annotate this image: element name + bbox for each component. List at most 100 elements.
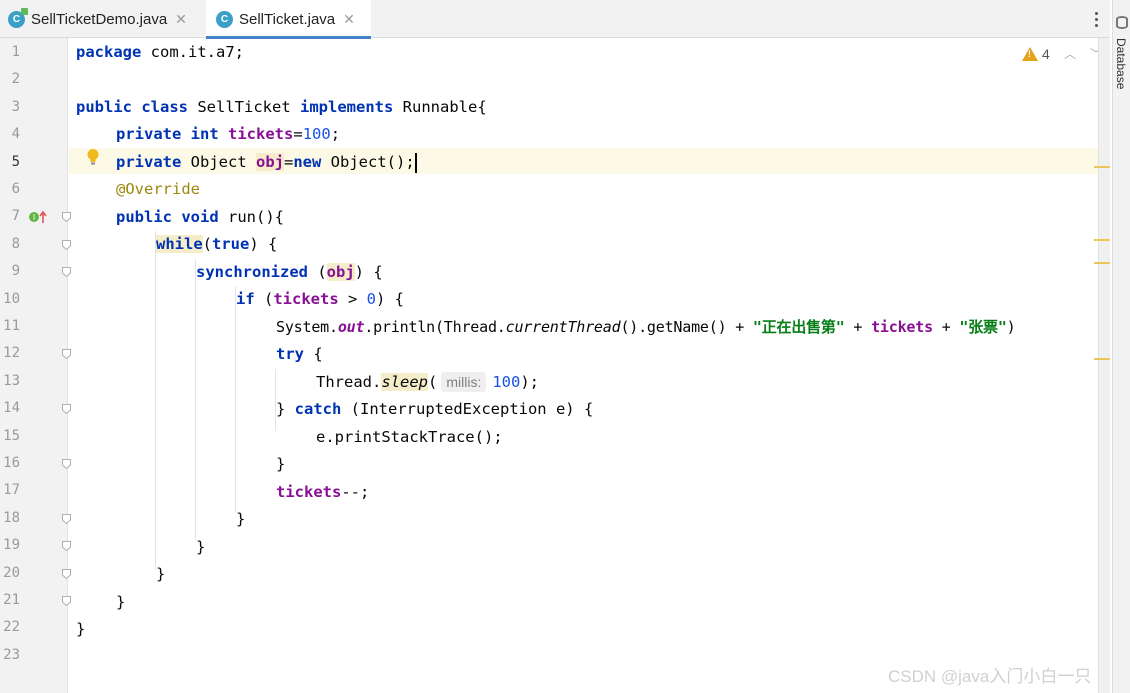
code-line-14[interactable]: } catch (InterruptedException e) { [276,396,593,422]
code-line-22[interactable]: } [76,616,85,642]
code-line-16[interactable]: } [276,451,285,477]
database-icon[interactable] [1116,16,1128,29]
code-text: .println(Thread. [364,318,506,336]
line-number[interactable]: 9 [0,263,20,279]
svg-text:I: I [33,213,35,222]
indent-guide [195,259,196,540]
line-number[interactable]: 20 [0,565,20,581]
parameter-hint: millis: [441,372,487,392]
line-number[interactable]: 14 [0,400,20,416]
line-number[interactable]: 13 [0,373,20,389]
line-number[interactable]: 8 [0,236,20,252]
code-line-1[interactable]: package com.it.a7; [76,39,244,65]
code-line-3[interactable]: public class SellTicket implements Runna… [76,94,487,120]
annotation: @Override [116,180,200,198]
code-line-18[interactable]: } [236,506,245,532]
code-line-13[interactable]: Thread.sleep(millis: 100); [316,369,539,395]
line-number[interactable]: 21 [0,592,20,608]
warning-stripe-mark[interactable] [1094,166,1110,168]
tab-label: SellTicket.java [239,10,336,28]
code-line-4[interactable]: private int tickets=100; [116,121,340,147]
previous-highlight-icon[interactable]: ︿ [1063,46,1077,61]
code-text: } [236,510,246,528]
code-line-12[interactable]: try { [276,341,323,367]
code-line-20[interactable]: } [156,561,165,587]
keyword: while [156,235,203,253]
code-line-8[interactable]: while(true) { [156,231,277,257]
line-number[interactable]: 10 [0,291,20,307]
code-text: ) { [249,235,278,253]
fold-marker-icon[interactable] [62,541,71,552]
keyword: if [236,290,255,308]
fold-marker-icon[interactable] [62,404,71,415]
code-text: --; [341,483,370,501]
line-number[interactable]: 22 [0,619,20,635]
line-number[interactable]: 15 [0,428,20,444]
code-text: } [156,565,166,583]
line-number[interactable]: 1 [0,44,20,60]
tab-sellticket[interactable]: C SellTicket.java ✕ [206,0,371,39]
more-options-icon[interactable] [1086,8,1106,30]
line-number[interactable]: 6 [0,181,20,197]
line-number[interactable]: 23 [0,647,20,663]
line-number[interactable]: 18 [0,510,20,526]
code-line-6[interactable]: @Override [116,176,200,202]
field-ref: obj [326,263,355,281]
editor-tab-bar: C SellTicketDemo.java ✕ C SellTicket.jav… [0,0,1110,39]
keyword: package [76,43,142,61]
line-number[interactable]: 16 [0,455,20,471]
keyword: void [181,208,219,226]
warning-stripe-mark[interactable] [1094,239,1110,241]
fold-marker-icon[interactable] [62,513,71,524]
code-line-10[interactable]: if (tickets > 0) { [236,286,404,312]
fold-marker-icon[interactable] [62,459,71,469]
implements-method-icon[interactable]: I [29,209,49,223]
close-tab-icon[interactable]: ✕ [175,11,187,28]
code-line-9[interactable]: synchronized (obj) { [196,259,383,285]
fold-marker-icon[interactable] [62,239,71,250]
line-number[interactable]: 11 [0,318,20,334]
code-text: ( [307,263,327,281]
code-text: ().getName() + [620,318,753,336]
code-line-21[interactable]: } [116,589,125,615]
fold-marker-icon[interactable] [62,349,71,360]
code-text: ; [330,125,341,143]
code-text: > [338,290,367,308]
code-text: = [293,125,303,143]
code-line-19[interactable]: } [196,534,205,560]
code-text: + [844,318,872,336]
code-text: ( [202,235,213,253]
inspection-widget[interactable]: 4 [1022,44,1050,64]
line-number[interactable]: 5 [0,154,20,170]
fold-marker-icon[interactable] [62,267,71,278]
code-line-15[interactable]: e.printStackTrace(); [316,424,503,450]
code-line-11[interactable]: System.out.println(Thread.currentThread(… [276,314,1016,340]
line-number[interactable]: 19 [0,537,20,553]
fold-marker-icon[interactable] [62,212,71,223]
line-number[interactable]: 4 [0,126,20,142]
close-tab-icon[interactable]: ✕ [343,11,355,28]
line-number[interactable]: 2 [0,71,20,87]
indent-guide [155,231,156,570]
error-stripe-scrollbar[interactable] [1098,38,1110,693]
text-caret [414,152,417,173]
line-number[interactable]: 12 [0,345,20,361]
fold-marker-icon[interactable] [62,596,71,606]
fold-marker-icon[interactable] [62,568,71,579]
line-number[interactable]: 3 [0,99,20,115]
code-text: com.it.a7; [141,43,244,61]
database-tool-button[interactable]: Database [1114,38,1128,89]
string-literal: "张票" [959,318,1007,336]
code-line-7[interactable]: public void run(){ [116,204,284,230]
warning-stripe-mark[interactable] [1094,262,1110,264]
line-number[interactable]: 17 [0,482,20,498]
tab-selltickedemo[interactable]: C SellTicketDemo.java ✕ [8,0,200,38]
warning-stripe-mark[interactable] [1094,358,1110,360]
number-literal: 100 [492,373,521,391]
lightbulb-icon[interactable] [86,148,100,166]
line-number[interactable]: 7 [0,208,20,224]
code-line-5[interactable]: private Object obj=new Object(); [116,149,417,175]
code-text: ) { [376,290,405,308]
code-line-17[interactable]: tickets--; [276,479,369,505]
static-method-ref: currentThread [505,318,621,336]
